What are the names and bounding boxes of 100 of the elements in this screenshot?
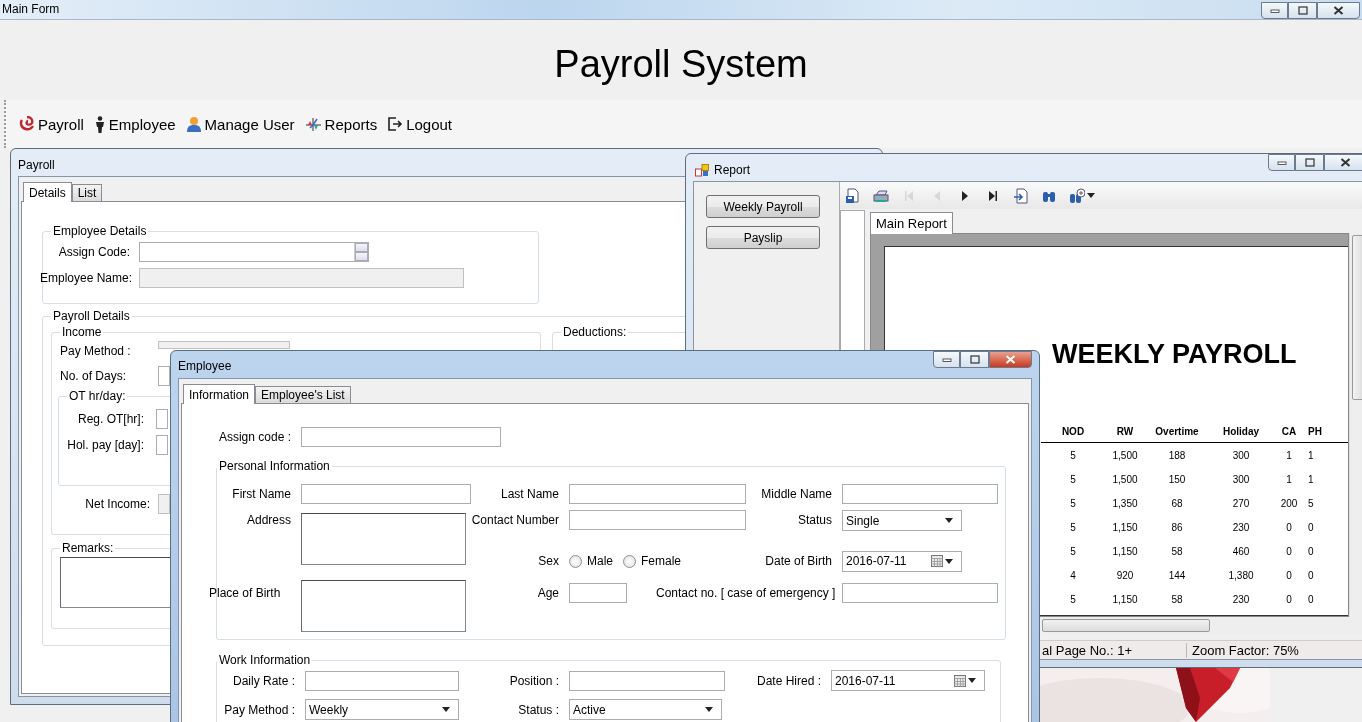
field-label: Date Hired :	[755, 673, 821, 688]
save-icon[interactable]	[845, 187, 861, 204]
table-cell-text: 1,150	[1111, 545, 1139, 557]
window-title: Report	[714, 163, 751, 177]
tab[interactable]: Information	[183, 384, 256, 404]
text-area[interactable]	[60, 557, 172, 608]
minimize-button[interactable]	[1268, 154, 1295, 171]
close-icon[interactable]	[1340, 158, 1351, 167]
column-header: Holiday	[1221, 426, 1261, 437]
minimize-button[interactable]	[933, 351, 960, 368]
text-field[interactable]	[569, 670, 725, 691]
field-label: Middle Name	[760, 487, 832, 501]
calendar-icon	[954, 674, 966, 687]
close-button[interactable]	[1324, 154, 1362, 171]
text-field[interactable]	[569, 583, 627, 603]
maximize-icon[interactable]	[1297, 6, 1308, 15]
menu-item[interactable]: Employee	[93, 115, 176, 133]
field-label: Employee Name:	[40, 271, 130, 285]
table-cell-text: 150	[1167, 473, 1187, 485]
field-label: Address	[245, 512, 291, 527]
number-field[interactable]	[139, 242, 369, 262]
table-cell-text: 0	[1285, 521, 1293, 533]
text-field[interactable]	[305, 670, 459, 691]
text-field[interactable]	[156, 435, 168, 455]
tab[interactable]: Employee's List	[255, 386, 351, 403]
maximize-button[interactable]	[1295, 154, 1324, 171]
maximize-button[interactable]	[1288, 2, 1317, 19]
zoom-icon[interactable]	[1069, 187, 1085, 204]
minimize-icon[interactable]	[1276, 159, 1287, 166]
field-label: Assign Code:	[57, 245, 130, 259]
field-label: Status :	[517, 702, 559, 717]
tab[interactable]: Details	[23, 182, 72, 202]
menu-item[interactable]: Logout	[387, 115, 453, 133]
tab[interactable]: Main Report	[870, 212, 953, 234]
table-cell-text: 230	[1231, 593, 1251, 605]
field-label: Place of Birth	[209, 585, 282, 600]
table-cell-text: 1,500	[1111, 449, 1139, 461]
report-title: WEEKLY PAYROLL	[1052, 339, 1298, 370]
minimize-icon[interactable]	[1269, 7, 1280, 14]
text-field[interactable]	[301, 427, 501, 447]
field-label: Date of Birth	[764, 554, 832, 568]
dropdown[interactable]: Active	[569, 699, 722, 720]
printer-icon[interactable]	[873, 187, 889, 204]
close-icon[interactable]	[1333, 6, 1344, 15]
table-cell-text: 1	[1285, 473, 1293, 485]
text-field[interactable]	[569, 510, 746, 530]
page-arrow-icon[interactable]	[1013, 187, 1029, 204]
table-cell-text: 1	[1307, 473, 1315, 485]
text-area[interactable]	[301, 513, 466, 565]
group-title: Income	[61, 325, 103, 339]
caret-icon	[705, 707, 713, 712]
report-button[interactable]: Payslip	[706, 226, 820, 249]
maximize-icon[interactable]	[969, 355, 980, 364]
swirl-icon	[19, 116, 35, 132]
maximize-button[interactable]	[960, 351, 989, 368]
person-icon	[93, 115, 106, 133]
text-field[interactable]	[156, 409, 168, 429]
table-cell-text: 230	[1231, 521, 1251, 533]
minimize-icon[interactable]	[941, 356, 952, 363]
scrollbar[interactable]	[1349, 233, 1362, 617]
field-label: Sex	[537, 554, 559, 568]
radio-button[interactable]: Male	[569, 554, 613, 568]
app-icon	[695, 163, 709, 177]
report-button[interactable]: Weekly Payroll	[706, 195, 820, 218]
field-label: Age	[536, 585, 559, 600]
text-field[interactable]	[301, 484, 471, 504]
close-button[interactable]	[1317, 2, 1360, 19]
table-cell-text: 5	[1069, 593, 1077, 605]
text-field[interactable]	[842, 484, 998, 504]
text-field[interactable]	[569, 484, 746, 504]
text-field[interactable]	[158, 366, 170, 386]
minimize-button[interactable]	[1261, 2, 1288, 19]
logout-icon	[387, 116, 404, 132]
radio-button[interactable]: Female	[623, 554, 682, 568]
field-label: Position :	[508, 673, 559, 688]
table-cell-text: 4	[1069, 569, 1077, 581]
text-area[interactable]	[301, 580, 466, 632]
field-label: Last Name	[499, 487, 559, 501]
table-cell-text: 58	[1170, 593, 1184, 605]
menu-item[interactable]: Reports	[304, 115, 378, 133]
tab[interactable]: List	[71, 184, 103, 201]
field-label: Pay Method :	[60, 344, 132, 358]
group-title: Personal Information	[218, 459, 331, 473]
date-picker[interactable]: 2016-07-11	[842, 550, 962, 572]
group-title: Payroll Details	[52, 309, 131, 323]
dropdown[interactable]: Weekly	[305, 699, 459, 720]
table-cell-text: 86	[1170, 521, 1184, 533]
table-cell-text: 68	[1170, 497, 1184, 509]
date-picker[interactable]: 2016-07-11	[831, 670, 985, 691]
text-field[interactable]	[842, 583, 998, 603]
menu-item[interactable]: Payroll	[19, 115, 84, 133]
column-header: Overtime	[1154, 426, 1200, 437]
menu-item[interactable]: Manage User	[185, 115, 295, 133]
caret-icon	[945, 558, 953, 564]
window-title: Main Form	[2, 2, 60, 16]
caret-icon	[442, 707, 450, 712]
maximize-icon[interactable]	[1304, 158, 1315, 167]
dropdown[interactable]: Single	[842, 510, 962, 531]
group-title: Deductions:	[562, 325, 628, 339]
calendar-icon	[931, 555, 943, 567]
